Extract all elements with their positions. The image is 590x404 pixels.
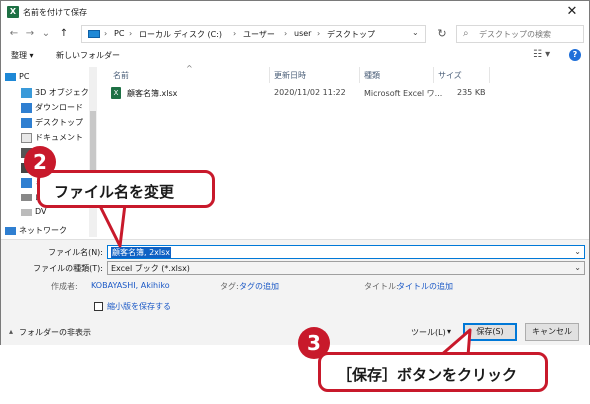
step2-callout: ファイル名を変更	[37, 170, 215, 208]
step3-badge: 3	[298, 327, 330, 359]
step2-badge: 2	[24, 146, 56, 178]
step3-callout: ［保存］ボタンをクリック	[318, 352, 548, 392]
